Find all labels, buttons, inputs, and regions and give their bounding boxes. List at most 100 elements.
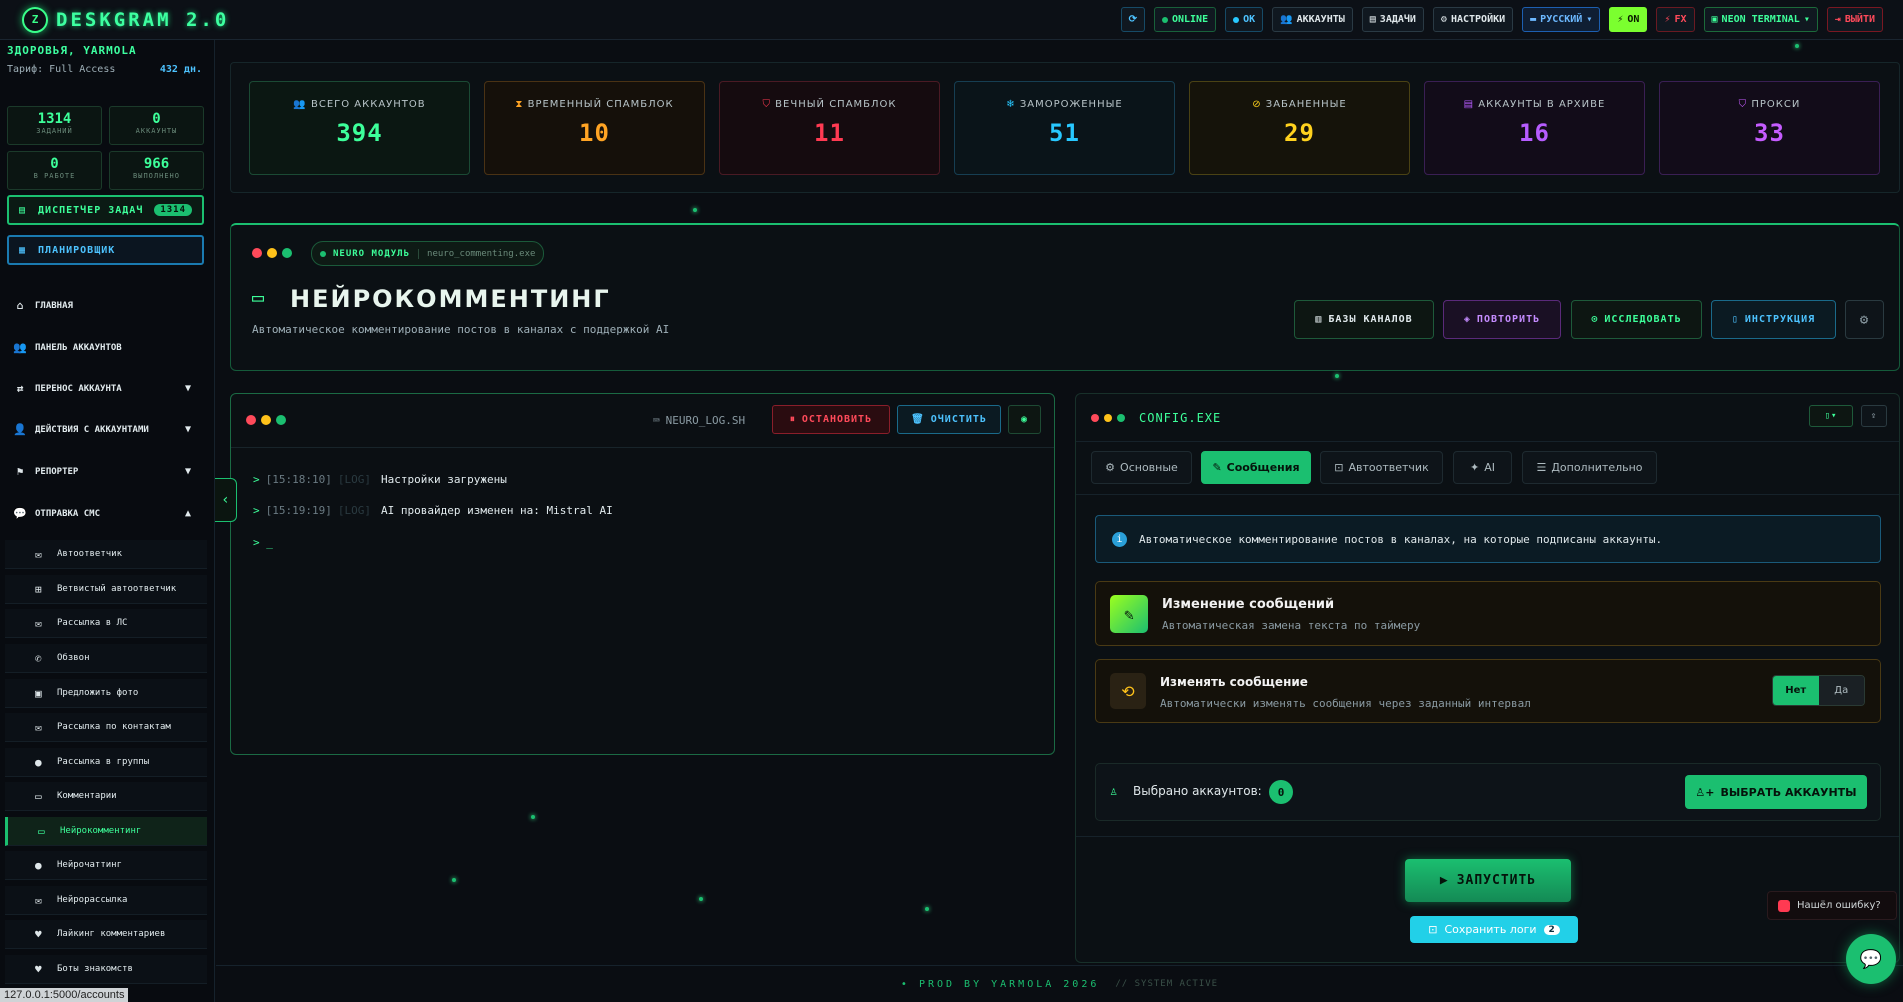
module-tag: NEURO МОДУЛЬ neuro_commenting.exe [311,241,545,266]
accounts-selector: ♙ Выбрано аккаунтов: 0 ♙+ ВЫБРАТЬ АККАУНТ… [1095,763,1881,821]
nav-send-sms[interactable]: 💬 ОТПРАВКА СМС ▲ [13,507,191,520]
save-icon: ⊡ [1428,923,1438,936]
dispatcher-label: ДИСПЕТЧЕР ЗАДАЧ [38,204,144,216]
nav-label: ОТПРАВКА СМС [35,508,101,519]
sync-icon: ⟲ [1110,673,1146,709]
collapse-sidebar-button[interactable]: ‹ [215,478,237,522]
sub-label: Предложить фото [57,688,139,698]
selected-accounts-count: 0 [1269,780,1293,804]
stat-card-proxies[interactable]: ⛉ ПРОКСИ 33 [1659,81,1880,175]
toggle-visibility-button[interactable]: ◉ [1008,405,1041,434]
tab-basic[interactable]: ⚙ Основные [1091,451,1192,484]
scheduler-label: ПЛАНИРОВЩИК [38,244,116,256]
tasks-button[interactable]: ▤ ЗАДАЧИ [1361,7,1424,32]
database-icon: ▥ [1315,314,1323,325]
info-text: Автоматическое комментирование постов в … [1139,532,1663,546]
report-bug-button[interactable]: Нашёл ошибку? [1767,891,1897,920]
sub-neurocommenting[interactable]: ▭ Нейрокомментинг [5,817,207,846]
stat-card-perm-spamblock[interactable]: ⛉ ВЕЧНЫЙ СПАМБЛОК 11 [719,81,940,175]
save-logs-button[interactable]: ⊡ Сохранить логи 2 [1410,916,1578,943]
sub-neurochatting[interactable]: ● Нейрочаттинг [5,851,207,880]
app-logo[interactable]: Z DESKGRAM 2.0 [22,6,229,33]
stat-card-total[interactable]: 👥 ВСЕГО АККАУНТОВ 394 [249,81,470,175]
run-button[interactable]: ▶ ЗАПУСТИТЬ [1405,859,1571,902]
module-settings-button[interactable]: ⚙ [1845,300,1884,339]
users-icon: 👥 [13,341,27,354]
logout-icon: ⇥ [1834,14,1841,25]
nav-transfer[interactable]: ⇄ ПЕРЕНОС АККАУНТА ▼ [13,382,191,395]
sub-neuromailing[interactable]: ✉ Нейрорассылка [5,886,207,915]
sub-dm-mailing[interactable]: ✉ Рассылка в ЛС [5,609,207,638]
repeat-button[interactable]: ◈ ПОВТОРИТЬ [1443,300,1561,339]
research-button[interactable]: ⊙ ИССЛЕДОВАТЬ [1571,300,1702,339]
sub-branching-autoresponder[interactable]: ⊞ Ветвистый автоответчик [5,575,207,604]
bookmark-icon: ▯▾ [1824,411,1838,421]
accounts-label: АККАУНТЫ [1296,14,1345,25]
online-label: ONLINE [1171,14,1209,25]
user-check-icon: ♙ [1110,784,1118,798]
nav-home[interactable]: ⌂ ГЛАВНАЯ [13,299,191,312]
spark-decoration [1795,44,1799,48]
language-select[interactable]: ▬ РУССКИЙ ▾ [1522,7,1601,32]
stat-card-frozen[interactable]: ❄ ЗАМОРОЖЕННЫЕ 51 [954,81,1175,175]
change-message-toggle[interactable]: Нет Да [1772,675,1865,706]
sub-label: Нейрокомментинг [60,826,142,836]
stat-card-title: ВСЕГО АККАУНТОВ [310,99,426,110]
btn-label: БАЗЫ КАНАЛОВ [1328,314,1413,325]
keyboard-icon: ⌨ [653,414,660,427]
sub-calling[interactable]: ✆ Обзвон [5,644,207,673]
stat-card-title: АККАУНТЫ В АРХИВЕ [1478,99,1606,110]
nav-actions[interactable]: 👤 ДЕЙСТВИЯ С АККАУНТАМИ ▼ [13,423,191,436]
sub-dating-bots[interactable]: ♥ Боты знакомств [5,955,207,984]
fx-toggle[interactable]: ⚡ FX [1656,7,1695,32]
tab-autoresponder[interactable]: ⊡ Автоответчик [1320,451,1443,484]
stat-card-temp-spamblock[interactable]: ⧗ ВРЕМЕННЫЙ СПАМБЛОК 10 [484,81,705,175]
refresh-button[interactable]: ⟳ [1120,7,1145,32]
stat-value: 1314 [37,111,72,127]
toggle-no[interactable]: Нет [1773,676,1819,705]
toggle-yes[interactable]: Да [1818,676,1864,705]
sub-comments[interactable]: ▭ Комментарии [5,782,207,811]
stat-card-banned[interactable]: ⊘ ЗАБАНЕННЫЕ 29 [1189,81,1410,175]
dispatcher-button[interactable]: ▤ ДИСПЕТЧЕР ЗАДАЧ 1314 [7,195,204,225]
settings-button[interactable]: ⚙ НАСТРОЙКИ [1432,7,1514,32]
nav-reporter[interactable]: ⚑ РЕПОРТЕР ▼ [13,465,191,478]
tab-ai[interactable]: ✦ AI [1453,451,1512,484]
config-title: CONFIG.EXE [1139,411,1222,425]
sub-comment-liking[interactable]: ♥ Лайкинг комментариев [5,920,207,949]
theme-select[interactable]: ▣ NEON TERMINAL ▾ [1703,7,1818,32]
stat-value: 0 [50,156,59,172]
select-accounts-label: ВЫБРАТЬ АККАУНТЫ [1720,785,1857,799]
sub-contacts-mailing[interactable]: ✉ Рассылка по контактам [5,713,207,742]
status-url: 127.0.0.1:5000/accounts [0,988,129,1002]
instruction-button[interactable]: ▯ ИНСТРУКЦИЯ [1711,300,1836,339]
export-button[interactable]: ⇪ [1861,405,1887,427]
exit-button[interactable]: ⇥ ВЫЙТИ [1826,7,1883,32]
tab-additional[interactable]: ☰ Дополнительно [1522,451,1657,484]
sub-groups-mailing[interactable]: ● Рассылка в группы [5,748,207,777]
spark-decoration [452,878,456,882]
chat-support-button[interactable]: 💬 [1846,934,1896,984]
log-prompt[interactable]: > _ [253,536,273,549]
edit-square-icon: ✎ [1110,595,1148,633]
stat-card-archived[interactable]: ▤ АККАУНТЫ В АРХИВЕ 16 [1424,81,1645,175]
nav-accounts-panel[interactable]: 👥 ПАНЕЛЬ АККАУНТОВ [13,341,191,354]
sub-offer-photo[interactable]: ▣ Предложить фото [5,679,207,708]
image-icon: ▣ [35,686,42,700]
on-toggle[interactable]: ⚡ ON [1609,7,1648,32]
presets-dropdown[interactable]: ▯▾ [1809,405,1853,427]
report-bug-label: Нашёл ошибку? [1797,900,1881,911]
channel-bases-button[interactable]: ▥ БАЗЫ КАНАЛОВ [1294,300,1434,339]
log-message: Настройки загружены [380,473,507,486]
hourglass-icon: ⧗ [515,99,528,110]
scheduler-button[interactable]: ▦ ПЛАНИРОВЩИК [7,235,204,265]
upload-icon: ⇪ [1870,411,1878,421]
select-accounts-button[interactable]: ♙+ ВЫБРАТЬ АККАУНТЫ [1685,775,1867,809]
accounts-button[interactable]: 👥 АККАУНТЫ [1272,7,1353,32]
heart-icon: ♥ [35,962,42,976]
stop-button[interactable]: ⏸ ОСТАНОВИТЬ [772,405,890,434]
sub-autoresponder[interactable]: ✉ Автоответчик [5,540,207,569]
tab-messages[interactable]: ✎ Сообщения [1201,451,1311,484]
log-message: AI провайдер изменен на: Mistral AI [380,504,613,517]
clear-button[interactable]: 🗑 ОЧИСТИТЬ [897,405,1001,434]
